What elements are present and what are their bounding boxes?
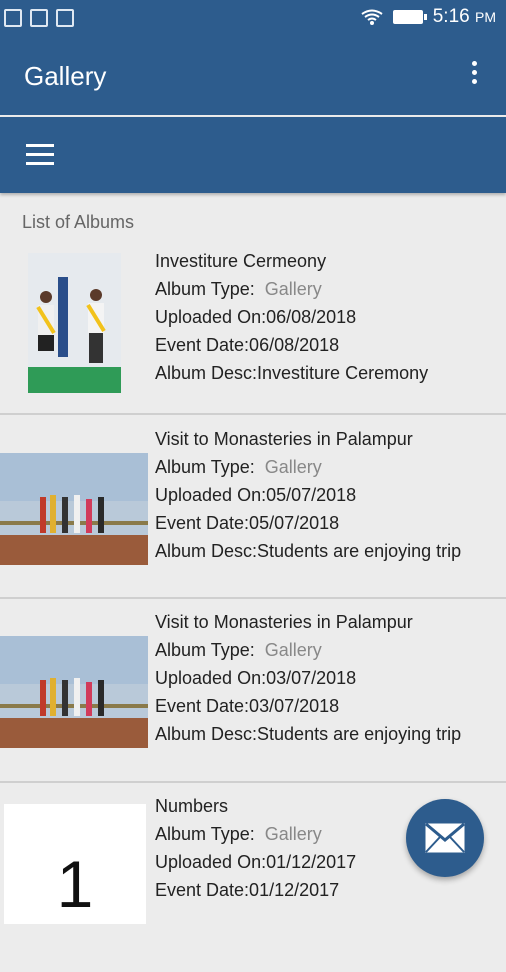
album-name: Visit to Monasteries in Palampur: [155, 429, 413, 449]
album-event-date: Event Date:05/07/2018: [155, 513, 340, 533]
album-uploaded: Uploaded On:05/07/2018: [155, 485, 357, 505]
album-thumbnail: 1: [4, 804, 146, 924]
album-type: Album Type: Gallery: [155, 275, 428, 303]
album-thumbnail: [28, 253, 121, 393]
album-uploaded: Uploaded On:03/07/2018: [155, 668, 357, 688]
album-desc: Album Desc:Students are enjoying trip: [155, 541, 462, 561]
album-thumbnail: [0, 453, 148, 565]
notification-icon: [4, 9, 22, 27]
list-title: List of Albums: [22, 212, 135, 232]
album-name: Numbers: [155, 796, 229, 816]
mail-fab-button[interactable]: [406, 799, 484, 877]
album-name: Investiture Cermeony: [155, 251, 327, 271]
status-bar: 5:16 PM: [0, 0, 506, 37]
list-item[interactable]: Visit to Monasteries in Palampur Album T…: [0, 425, 506, 605]
hamburger-icon[interactable]: [26, 144, 54, 166]
album-type: Album Type: Gallery: [155, 636, 461, 664]
album-type-label: Album Type:: [155, 457, 255, 477]
status-icons-left: [4, 9, 74, 27]
toolbar: [0, 117, 506, 193]
album-name: Visit to Monasteries in Palampur: [155, 612, 413, 632]
album-desc: Album Desc:Students are enjoying trip: [155, 724, 462, 744]
list-item[interactable]: Visit to Monasteries in Palampur Album T…: [0, 608, 506, 788]
album-type-label: Album Type:: [155, 279, 255, 299]
image-icon: [56, 9, 74, 27]
status-icons-right: 5:16 PM: [361, 6, 496, 28]
battery-icon: [392, 10, 427, 24]
divider: [0, 781, 506, 783]
app-bar: Gallery: [0, 37, 506, 115]
album-type-label: Album Type:: [155, 640, 255, 660]
album-type: Album Type: Gallery: [155, 453, 461, 481]
album-info: Numbers Album Type: Gallery Uploaded On:…: [155, 792, 356, 904]
upload-icon: [30, 9, 48, 27]
album-info: Visit to Monasteries in Palampur Album T…: [155, 608, 461, 748]
album-thumbnail: [0, 636, 148, 748]
album-info: Investiture Cermeony Album Type: Gallery…: [155, 247, 428, 387]
album-type: Album Type: Gallery: [155, 820, 356, 848]
album-thumbnail-number: 1: [56, 847, 94, 921]
album-event-date: Event Date:03/07/2018: [155, 696, 340, 716]
album-type-value: Gallery: [264, 640, 322, 660]
divider: [0, 597, 506, 599]
clock-time: 5:16: [432, 6, 470, 27]
album-uploaded: Uploaded On:01/12/2017: [155, 852, 357, 872]
page-title: Gallery: [24, 61, 107, 91]
album-event-date: Event Date:06/08/2018: [155, 335, 340, 355]
wifi-icon: [361, 9, 383, 25]
album-type-label: Album Type:: [155, 824, 255, 844]
clock: 5:16 PM: [433, 6, 496, 28]
list-item[interactable]: Investiture Cermeony Album Type: Gallery…: [0, 247, 506, 427]
album-type-value: Gallery: [264, 457, 322, 477]
more-vert-icon[interactable]: [472, 61, 478, 91]
album-desc: Album Desc:Investiture Ceremony: [155, 363, 429, 383]
album-type-value: Gallery: [264, 279, 322, 299]
album-type-value: Gallery: [264, 824, 322, 844]
album-info: Visit to Monasteries in Palampur Album T…: [155, 425, 461, 565]
album-uploaded: Uploaded On:06/08/2018: [155, 307, 357, 327]
clock-ampm: PM: [475, 9, 496, 25]
divider: [0, 413, 506, 415]
mail-icon: [425, 823, 465, 853]
